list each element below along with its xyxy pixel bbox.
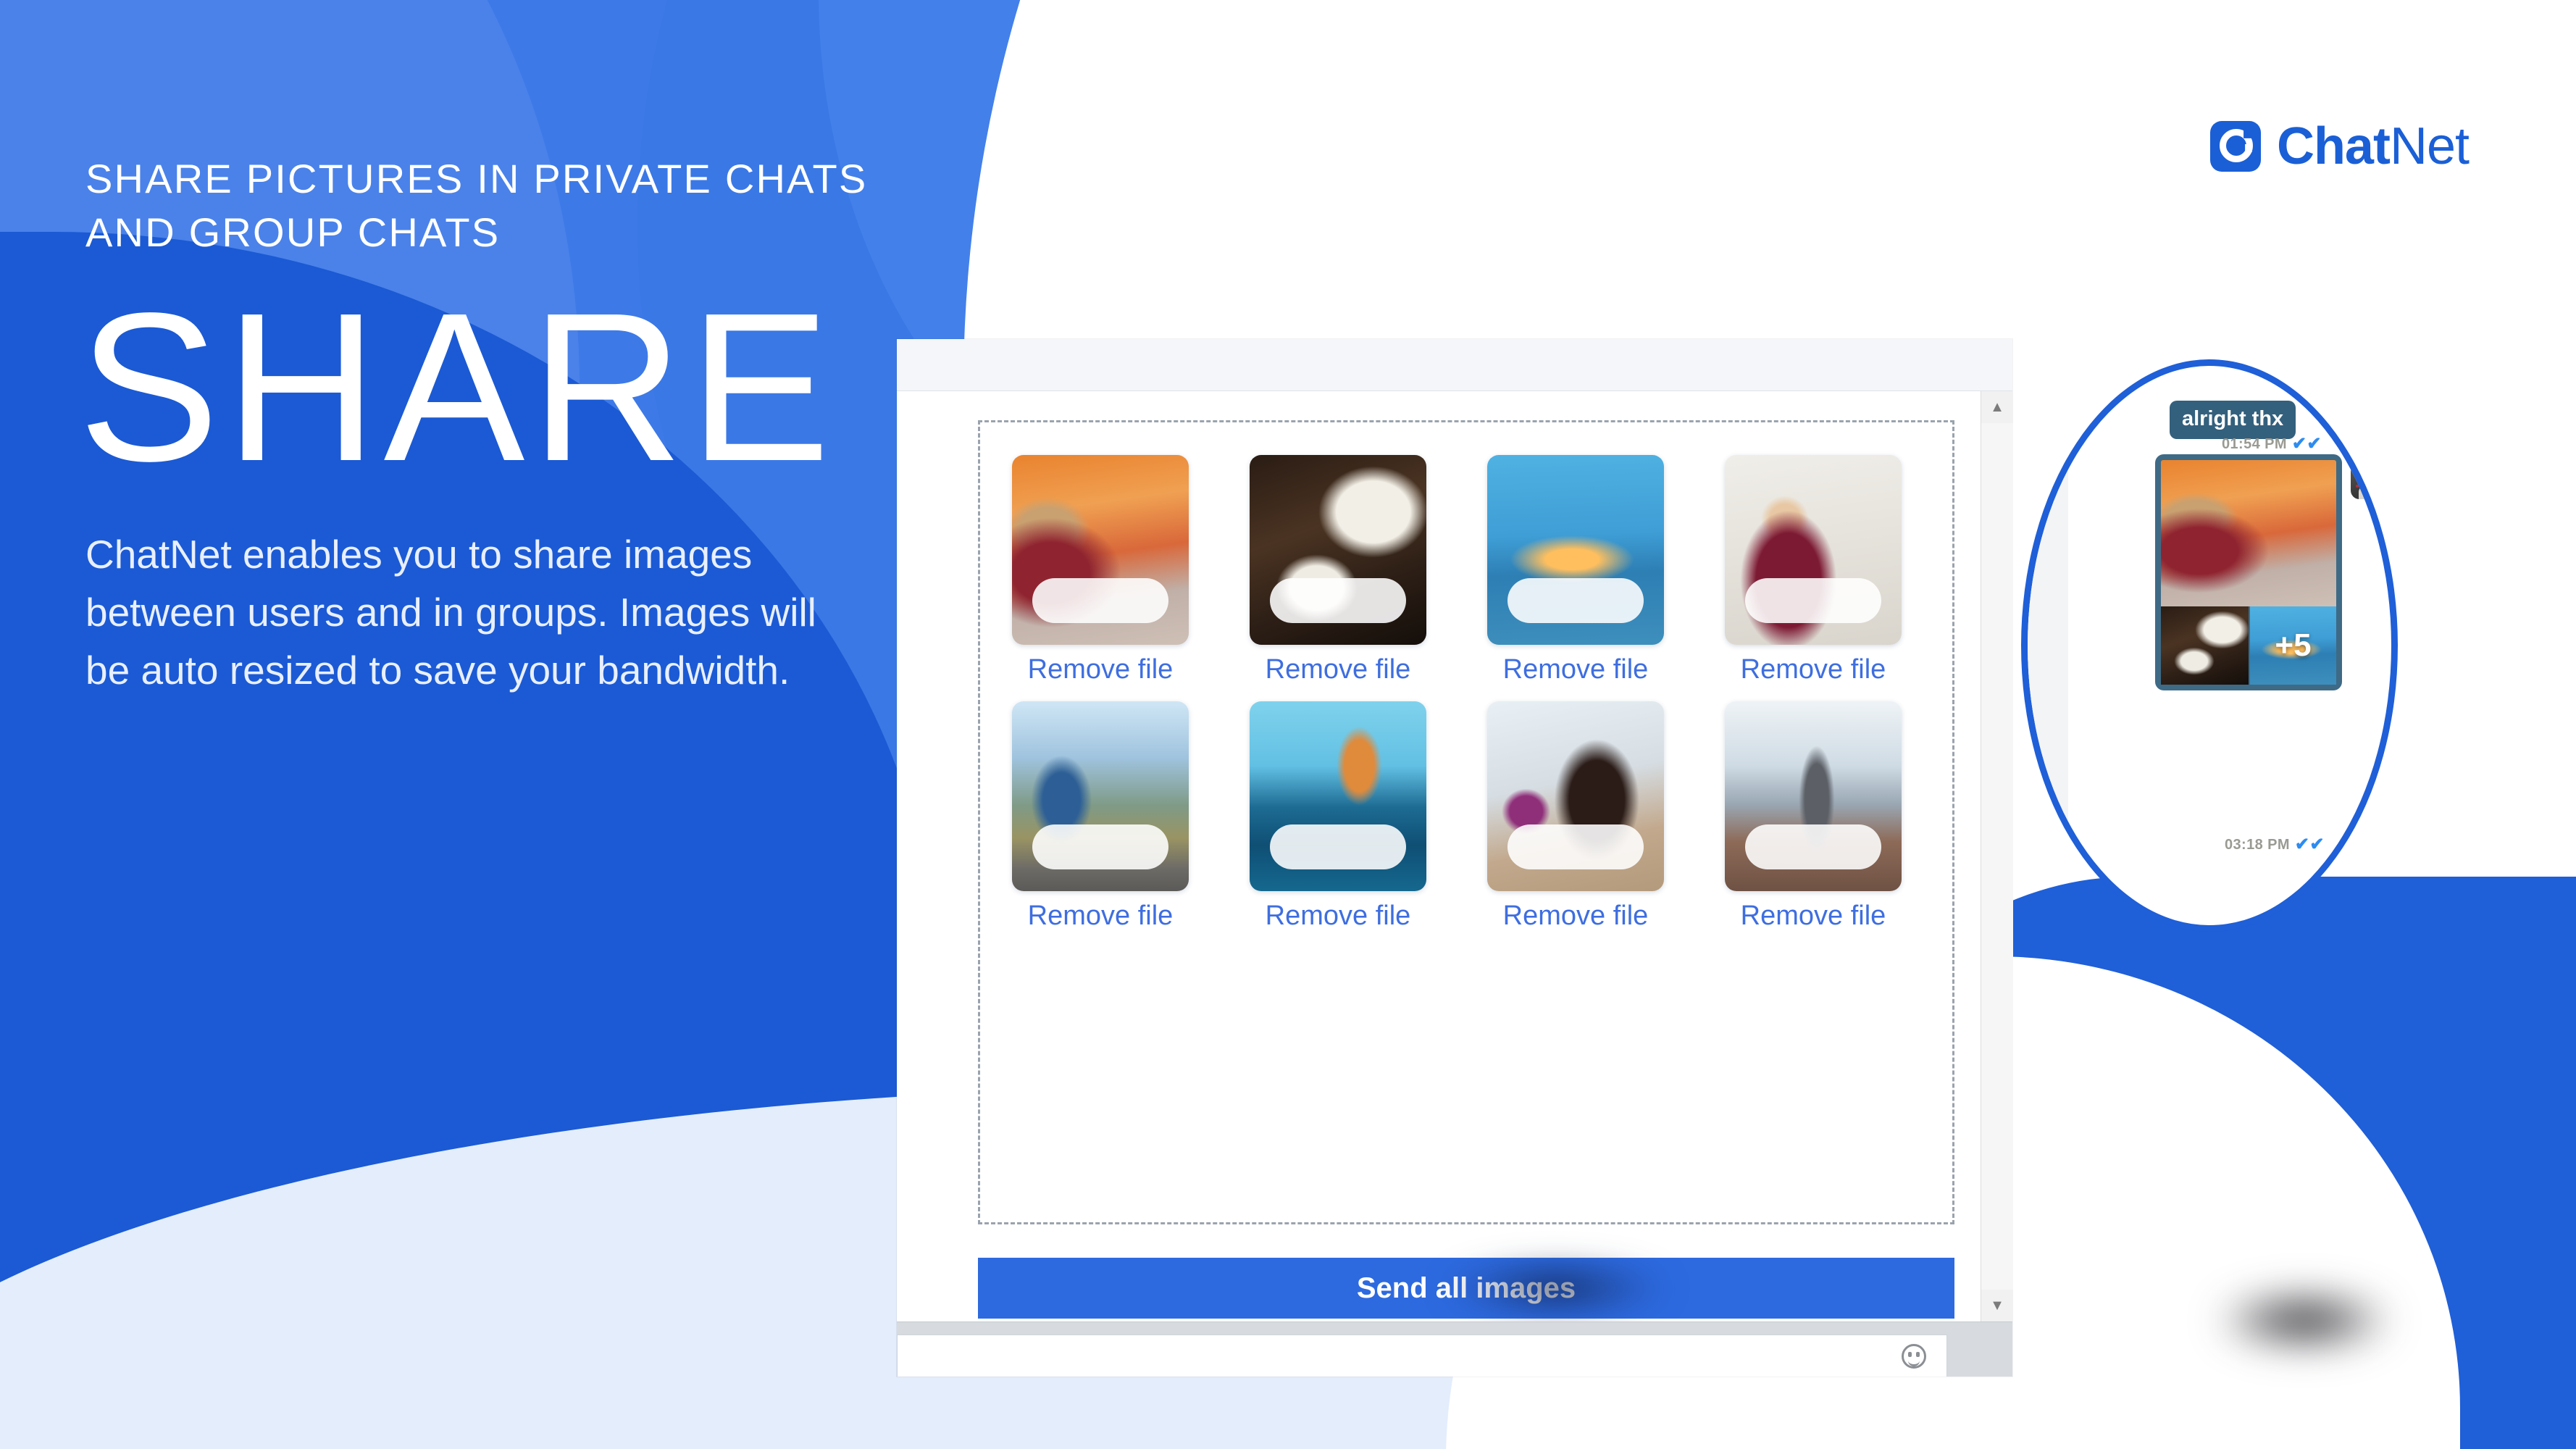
timestamp-text: 03:18 PM bbox=[2225, 836, 2290, 853]
filename-pill bbox=[1507, 578, 1644, 623]
remove-file-link[interactable]: Remove file bbox=[1468, 901, 1684, 932]
upload-item: Remove file bbox=[1230, 455, 1446, 685]
album-photo-overflow[interactable]: +5 bbox=[2250, 606, 2336, 685]
read-receipt-icon: ✔✔ bbox=[2291, 434, 2322, 454]
upload-item: Remove file bbox=[992, 701, 1208, 932]
vertical-scrollbar[interactable]: ▲ ▼ bbox=[1981, 391, 2013, 1321]
message-timestamp: 01:54 PM ✔✔ bbox=[2222, 435, 2322, 453]
magnifier-content: alright thx 01:54 PM ✔✔ +5 03:18 PM ✔✔ bbox=[2028, 366, 2391, 925]
hero-copy: SHARE PICTURES IN PRIVATE CHATS AND GROU… bbox=[78, 152, 1245, 700]
remove-file-link[interactable]: Remove file bbox=[1230, 901, 1446, 932]
chat-image-album[interactable]: +5 bbox=[2155, 454, 2342, 690]
scrollbar-track[interactable] bbox=[1981, 423, 2013, 1290]
remove-file-link[interactable]: Remove file bbox=[992, 901, 1208, 932]
slide-canvas: n ChatNet SHARE PICTURES IN PRIVATE CHAT… bbox=[0, 0, 2576, 1449]
avatar-face bbox=[2362, 469, 2376, 482]
avatar-accent-dot bbox=[2380, 418, 2383, 421]
avatar-body bbox=[2359, 486, 2379, 499]
hero-blurb: ChatNet enables you to share images betw… bbox=[85, 532, 816, 693]
hero-headline: SHARE bbox=[78, 268, 837, 505]
filename-pill bbox=[1270, 578, 1406, 623]
upload-thumbnail[interactable] bbox=[1487, 701, 1664, 891]
avatar-face bbox=[2363, 402, 2378, 415]
upload-item: Remove file bbox=[1468, 701, 1684, 932]
brand-wordmark: ChatNet bbox=[2276, 117, 2470, 175]
upload-item: Remove file bbox=[1468, 455, 1684, 685]
brand-name-bold: Chat bbox=[2276, 117, 2391, 175]
chatnet-mark-icon: n bbox=[2209, 121, 2261, 172]
upload-thumbnail[interactable] bbox=[1725, 701, 1902, 891]
smiley-icon[interactable] bbox=[1902, 1343, 1926, 1369]
upload-thumbnail[interactable] bbox=[1725, 455, 1902, 645]
avatar-body bbox=[2360, 419, 2380, 433]
album-photo-secondary[interactable] bbox=[2161, 606, 2249, 685]
chevron-down-icon[interactable]: ▼ bbox=[1981, 1290, 2013, 1321]
chevron-up-icon[interactable]: ▲ bbox=[1981, 391, 2013, 423]
timestamp-text: 01:54 PM bbox=[2222, 435, 2287, 452]
message-composer-bar bbox=[897, 1321, 2012, 1377]
upload-thumbnail[interactable] bbox=[1250, 455, 1426, 645]
filename-pill bbox=[1507, 824, 1644, 869]
hero-eyebrow: SHARE PICTURES IN PRIVATE CHATS AND GROU… bbox=[85, 156, 868, 255]
album-overflow-badge: +5 bbox=[2275, 627, 2312, 663]
filename-pill bbox=[1270, 824, 1406, 869]
read-receipt-icon: ✔✔ bbox=[2294, 835, 2325, 854]
remove-file-link[interactable]: Remove file bbox=[1705, 654, 1921, 685]
upload-item: Remove file bbox=[1230, 701, 1446, 932]
remove-file-link[interactable]: Remove file bbox=[1230, 654, 1446, 685]
upload-item: Remove file bbox=[1705, 701, 1921, 932]
album-photo-main[interactable] bbox=[2161, 460, 2336, 606]
remove-file-link[interactable]: Remove file bbox=[1468, 654, 1684, 685]
magnifier-callout: alright thx 01:54 PM ✔✔ +5 03:18 PM ✔✔ bbox=[2021, 359, 2398, 932]
filename-pill bbox=[1032, 824, 1168, 869]
logo-mark-subletter: n bbox=[2243, 140, 2253, 156]
remove-file-link[interactable]: Remove file bbox=[1705, 901, 1921, 932]
brand-name-light: Net bbox=[2389, 117, 2470, 175]
avatar bbox=[2352, 396, 2388, 433]
send-all-images-button[interactable]: Send all images bbox=[978, 1258, 1954, 1319]
message-timestamp: 03:18 PM ✔✔ bbox=[2225, 836, 2325, 853]
avatar bbox=[2351, 463, 2387, 499]
avatar-accent-dot bbox=[2356, 485, 2359, 488]
chat-sidebar-sliver-top bbox=[2028, 366, 2068, 427]
upload-item: Remove file bbox=[1705, 455, 1921, 685]
upload-thumbnail[interactable] bbox=[1012, 701, 1189, 891]
upload-thumbnail[interactable] bbox=[1250, 701, 1426, 891]
avatar-accent-dot bbox=[2379, 485, 2382, 488]
filename-pill bbox=[1745, 578, 1881, 623]
message-input[interactable] bbox=[897, 1335, 1947, 1377]
filename-pill bbox=[1745, 824, 1881, 869]
avatar-accent-dot bbox=[2357, 418, 2360, 421]
upload-thumbnail[interactable] bbox=[1487, 455, 1664, 645]
chat-bubble-text: alright thx bbox=[2170, 401, 2296, 439]
chat-sidebar-sliver bbox=[2028, 366, 2068, 925]
brand-logo: n ChatNet bbox=[2209, 117, 2470, 175]
